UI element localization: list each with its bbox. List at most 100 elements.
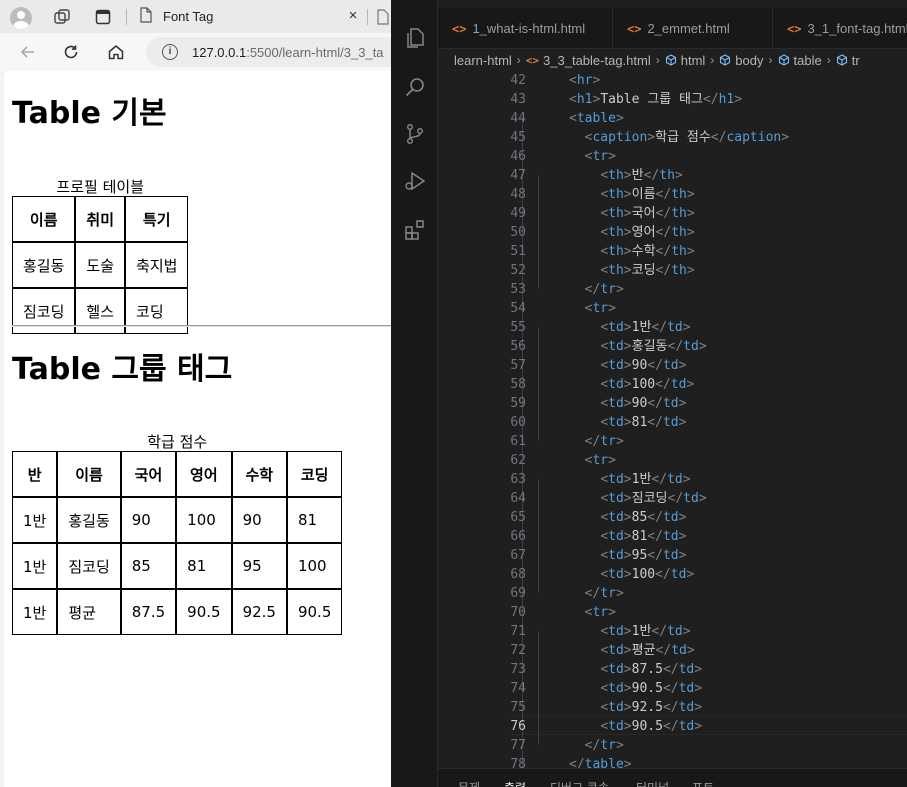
source-control-icon[interactable]: [402, 121, 428, 147]
code-line: <td>90.5</td>: [600, 681, 703, 696]
line-number: 66: [510, 529, 526, 544]
line-number: 53: [510, 282, 526, 297]
code-line: <td>1반</td>: [600, 624, 691, 639]
score-table: 학급 점수 반 이름 국어 영어 수학 코딩 1반 홍길동 90 100 90 …: [12, 433, 343, 635]
code-line: <th>이름</th>: [600, 187, 695, 202]
breadcrumb-item[interactable]: table: [794, 53, 822, 68]
code-line: <td>90</td>: [600, 358, 687, 373]
table-cell: 92.5: [231, 589, 287, 635]
search-icon[interactable]: [402, 74, 428, 100]
url-bar[interactable]: i 127.0.0.1:5500/learn-html/3_3_ta: [146, 37, 391, 67]
html-file-icon: <>: [525, 53, 540, 67]
table-cell: 87.5: [120, 589, 177, 635]
panel-tab-ports[interactable]: 포트: [692, 779, 714, 787]
line-number: 49: [510, 206, 526, 221]
panel-tab-debug-console[interactable]: 디버그 콘솔: [550, 779, 609, 787]
editor-tab-3[interactable]: <> 3_1_font-tag.html: [773, 8, 907, 49]
editor-tab-label: 1_what-is-html.html: [472, 21, 586, 36]
run-debug-icon[interactable]: [402, 168, 428, 194]
table-cell: 헬스: [75, 288, 126, 334]
profile-table: 프로필 테이블 이름 취미 특기 홍길동 도술 축지법 짐코딩 헬스 코딩: [12, 178, 189, 334]
code-line: <th>국어</th>: [600, 206, 695, 221]
table-cell: 1반: [12, 497, 58, 543]
indent-guide: [538, 175, 539, 289]
line-number: 42: [510, 73, 526, 88]
url-path: :5500/learn-html/3_3_ta: [246, 44, 384, 60]
code-line: <td>92.5</td>: [600, 700, 703, 715]
address-toolbar: i 127.0.0.1:5500/learn-html/3_3_ta: [0, 33, 391, 71]
line-number: 44: [510, 111, 526, 126]
editor-tab-2[interactable]: <> 2_emmet.html: [613, 8, 773, 49]
code-line: <table>: [569, 111, 624, 126]
editor-tab-1[interactable]: <> 1_what-is-html.html: [438, 8, 613, 49]
files-icon[interactable]: [402, 25, 428, 51]
indent-guide: [538, 479, 539, 593]
line-number: 71: [510, 624, 526, 639]
table-header-row: 이름 취미 특기: [12, 196, 189, 242]
vscode-window: <> 1_what-is-html.html <> 2_emmet.html <…: [391, 0, 907, 787]
panel-tab-output[interactable]: 출력: [504, 779, 526, 787]
table-row: 1반 짐코딩 85 81 95 100: [12, 543, 343, 589]
table-cell: 짐코딩: [57, 543, 121, 589]
table-cell: 100: [176, 497, 232, 543]
chevron-right-icon: ›: [655, 53, 660, 67]
line-number: 54: [510, 301, 526, 316]
table-cell: 1반: [12, 543, 58, 589]
heading-table-basic: Table 기본: [12, 96, 167, 131]
code-editor[interactable]: 42 <hr> 43 <h1>Table 그룹 태그</h1> 44 <table> 45 …: [438, 71, 907, 772]
refresh-icon[interactable]: [60, 41, 82, 63]
breadcrumb-item[interactable]: body: [735, 53, 763, 68]
tab-divider: [126, 9, 127, 25]
breadcrumb: learn-html › <> 3_3_table-tag.html › htm…: [438, 49, 907, 71]
score-table-caption: 학급 점수: [147, 433, 208, 451]
workspaces-icon[interactable]: [51, 6, 73, 28]
line-number: 43: [510, 92, 526, 107]
html-file-icon: <>: [787, 21, 802, 36]
back-arrow-icon[interactable]: [17, 41, 39, 63]
code-line: <caption>학급 점수</caption>: [584, 130, 790, 145]
horizontal-rule: [12, 325, 391, 327]
browser-tab-active[interactable]: Font Tag ×: [133, 0, 365, 33]
profile-avatar-icon[interactable]: [10, 7, 32, 29]
table-cell: 축지법: [125, 242, 189, 288]
table-row: 1반 평균 87.5 90.5 92.5 90.5: [12, 589, 343, 635]
breadcrumb-item[interactable]: 3_3_table-tag.html: [543, 53, 651, 68]
table-cell: 85: [120, 543, 177, 589]
code-line: <tr>: [584, 453, 616, 468]
extensions-icon[interactable]: [402, 217, 428, 243]
table-header-cell: 국어: [120, 451, 177, 497]
element-cube-icon: [720, 54, 731, 66]
site-info-icon[interactable]: i: [162, 44, 178, 60]
line-number: 64: [510, 491, 526, 506]
line-number: 68: [510, 567, 526, 582]
table-cell: 90: [120, 497, 177, 543]
tab-title: Font Tag: [163, 9, 214, 24]
panel-tab-problems[interactable]: 문제: [458, 779, 480, 787]
panel-tab-terminal[interactable]: 터미널: [636, 779, 669, 787]
line-number: 45: [510, 130, 526, 145]
code-line: <th>수학</th>: [600, 244, 695, 259]
indent-guide: [538, 631, 539, 745]
page-file-icon: [139, 7, 153, 26]
table-header-cell: 이름: [57, 451, 121, 497]
url-host: 127.0.0.1: [192, 44, 247, 60]
breadcrumb-item[interactable]: html: [681, 53, 706, 68]
home-icon[interactable]: [105, 41, 127, 63]
code-line: <td>짐코딩</td>: [600, 491, 707, 506]
next-tab-file-icon[interactable]: [372, 6, 391, 28]
element-cube-icon: [778, 54, 789, 66]
code-line: <th>영어</th>: [600, 225, 695, 240]
code-line: <td>90</td>: [600, 396, 687, 411]
breadcrumb-item[interactable]: learn-html: [454, 53, 512, 68]
breadcrumb-item[interactable]: tr: [852, 53, 860, 68]
line-number: 74: [510, 681, 526, 696]
table-header-cell: 반: [12, 451, 58, 497]
html-file-icon: <>: [452, 21, 467, 36]
tab-actions-icon[interactable]: [92, 6, 114, 28]
line-number: 52: [510, 263, 526, 278]
html-file-icon: <>: [627, 21, 642, 36]
line-number: 57: [510, 358, 526, 373]
tab-close-icon[interactable]: ×: [345, 8, 361, 24]
code-line: <td>1반</td>: [600, 320, 691, 335]
line-number: 69: [510, 586, 526, 601]
